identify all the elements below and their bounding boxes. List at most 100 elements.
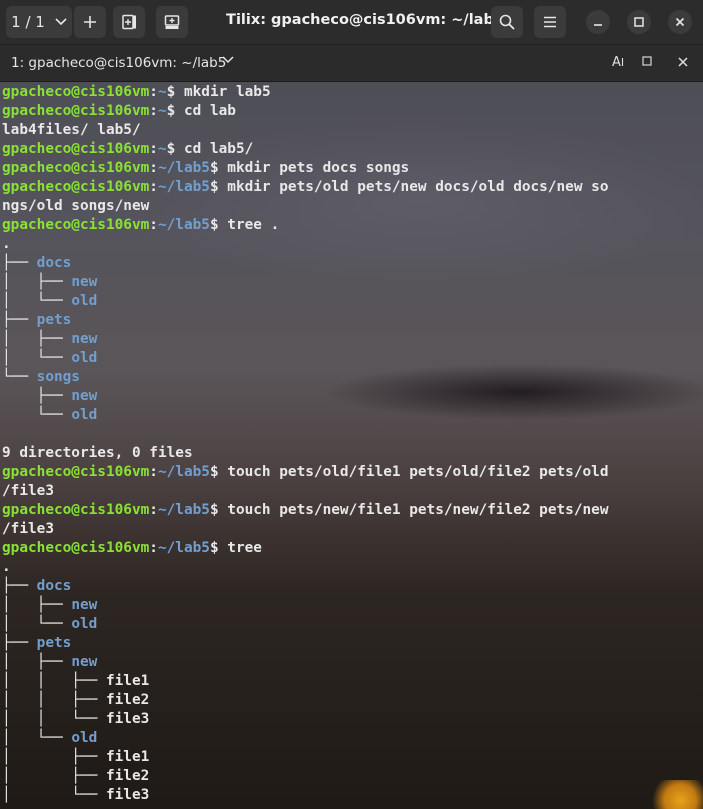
- prompt-symbol: $: [209, 464, 228, 480]
- command-line: gpacheco@cis106vm:~/lab5$ mkdir pets/old…: [2, 178, 609, 197]
- tree-branch: .: [2, 236, 11, 252]
- output-text: lab4files/ lab5/: [2, 122, 141, 138]
- prompt-symbol: $: [209, 540, 228, 556]
- add-session-button[interactable]: [74, 6, 106, 38]
- prompt-sep: :: [149, 179, 158, 195]
- command-line: gpacheco@cis106vm:~/lab5$ mkdir pets doc…: [2, 159, 609, 178]
- tree-branch: │ ├──: [2, 331, 72, 347]
- command-line: gpacheco@cis106vm:~/lab5$ touch pets/new…: [2, 501, 609, 520]
- tree-file: file2: [105, 692, 150, 708]
- prompt-sep: :: [149, 141, 158, 157]
- tree-line: │ └── old: [2, 729, 609, 748]
- command-line: gpacheco@cis106vm:~$ cd lab5/: [2, 140, 609, 159]
- tree-line: │ └── old: [2, 349, 609, 368]
- prompt-user: gpacheco@cis106vm: [2, 141, 150, 157]
- command-text: touch pets/old/file1 pets/old/file2 pets…: [227, 464, 609, 480]
- tree-line: │ │ ├── file2: [2, 691, 609, 710]
- tree-line: │ └── old: [2, 615, 609, 634]
- minimize-icon: [594, 24, 602, 26]
- tree-branch: │ │ ├──: [2, 673, 106, 689]
- tree-directory: new: [71, 597, 98, 613]
- tree-line: │ ├── new: [2, 653, 609, 672]
- command-line: gpacheco@cis106vm:~/lab5$ touch pets/old…: [2, 463, 609, 482]
- terminal-lines: gpacheco@cis106vm:~$ mkdir lab5 gpacheco@…: [2, 83, 609, 805]
- prompt-symbol: $: [166, 103, 184, 119]
- prompt-sep: :: [149, 464, 158, 480]
- command-line: gpacheco@cis106vm:~/lab5$ tree .: [2, 216, 609, 235]
- read-only-toggle[interactable]: AI: [612, 55, 632, 73]
- command-text: cd lab5/: [183, 141, 254, 157]
- tilix-window: 1 / 1 Tilix: gpacheco@cis106vm: ~/lab5 1…: [0, 0, 703, 809]
- tree-branch: │ ├──: [2, 768, 106, 784]
- maximize-icon: [634, 17, 644, 27]
- terminal-maximize-button[interactable]: [642, 56, 652, 66]
- chevron-down-icon: [55, 18, 67, 26]
- output-line: 9 directories, 0 files: [2, 444, 609, 463]
- prompt-symbol: $: [209, 160, 228, 176]
- prompt-path: ~/lab5: [157, 217, 210, 233]
- prompt-path: ~/lab5: [157, 179, 210, 195]
- tree-line: .: [2, 558, 609, 577]
- add-terminal-down-button[interactable]: [156, 6, 188, 38]
- tree-file: file3: [105, 787, 150, 803]
- output-text: /file3: [2, 483, 54, 499]
- terminal-close-button[interactable]: [677, 56, 689, 68]
- chevron-down-icon[interactable]: [222, 56, 234, 64]
- prompt-path: ~: [157, 141, 167, 157]
- command-text: touch pets/new/file1 pets/new/file2 pets…: [227, 502, 609, 518]
- close-button[interactable]: [668, 10, 692, 34]
- prompt-user: gpacheco@cis106vm: [2, 540, 150, 556]
- command-line: gpacheco@cis106vm:~/lab5$ tree: [2, 539, 609, 558]
- tree-branch: │ ├──: [2, 749, 106, 765]
- prompt-path: ~/lab5: [157, 502, 210, 518]
- tree-directory: old: [71, 350, 98, 366]
- session-indicator: 1 / 1: [11, 13, 45, 31]
- prompt-path: ~/lab5: [157, 540, 210, 556]
- add-terminal-right-button[interactable]: [113, 6, 145, 38]
- terminal-output[interactable]: gpacheco@cis106vm:~$ mkdir lab5 gpacheco@…: [0, 82, 703, 809]
- command-line: gpacheco@cis106vm:~$ cd lab: [2, 102, 609, 121]
- tree-branch: │ │ ├──: [2, 692, 106, 708]
- terminal-title[interactable]: 1: gpacheco@cis106vm: ~/lab5: [11, 55, 226, 71]
- prompt-user: gpacheco@cis106vm: [2, 160, 150, 176]
- command-text: tree .: [227, 217, 280, 233]
- prompt-symbol: $: [166, 141, 184, 157]
- session-switcher-button[interactable]: 1 / 1: [6, 6, 72, 38]
- prompt-symbol: $: [209, 217, 228, 233]
- command-line: gpacheco@cis106vm:~$ mkdir lab5: [2, 83, 609, 102]
- tree-directory: old: [71, 293, 98, 309]
- output-text: /file3: [2, 521, 54, 537]
- tree-file: file2: [105, 768, 150, 784]
- prompt-user: gpacheco@cis106vm: [2, 103, 150, 119]
- tree-line: │ │ ├── file1: [2, 672, 609, 691]
- tree-file: file3: [105, 711, 150, 727]
- tree-branch: └──: [2, 407, 72, 423]
- prompt-sep: :: [149, 160, 158, 176]
- prompt-user: gpacheco@cis106vm: [2, 502, 150, 518]
- prompt-sep: :: [149, 217, 158, 233]
- prompt-sep: :: [149, 540, 158, 556]
- maximize-button[interactable]: [627, 10, 651, 34]
- tree-branch: │ └──: [2, 730, 72, 746]
- search-button[interactable]: [491, 6, 523, 38]
- tree-branch: │ ├──: [2, 274, 72, 290]
- menu-button[interactable]: [534, 6, 566, 38]
- tree-branch: │ ├──: [2, 597, 72, 613]
- minimize-button[interactable]: [586, 10, 610, 34]
- close-icon: [675, 17, 685, 27]
- tree-file: file1: [105, 673, 150, 689]
- add-terminal-down-icon: [164, 15, 180, 29]
- tree-directory: docs: [36, 578, 72, 594]
- tree-branch: │ ├──: [2, 654, 72, 670]
- tree-branch: ├──: [2, 578, 37, 594]
- tree-line: │ ├── file1: [2, 748, 609, 767]
- background-decoration: [646, 780, 703, 809]
- tree-directory: docs: [36, 255, 72, 271]
- tree-line: ├── docs: [2, 577, 609, 596]
- output-line: /file3: [2, 482, 609, 501]
- prompt-symbol: $: [209, 179, 228, 195]
- hamburger-menu-icon: [544, 16, 556, 28]
- tree-directory: songs: [36, 369, 80, 385]
- tree-line: ├── docs: [2, 254, 609, 273]
